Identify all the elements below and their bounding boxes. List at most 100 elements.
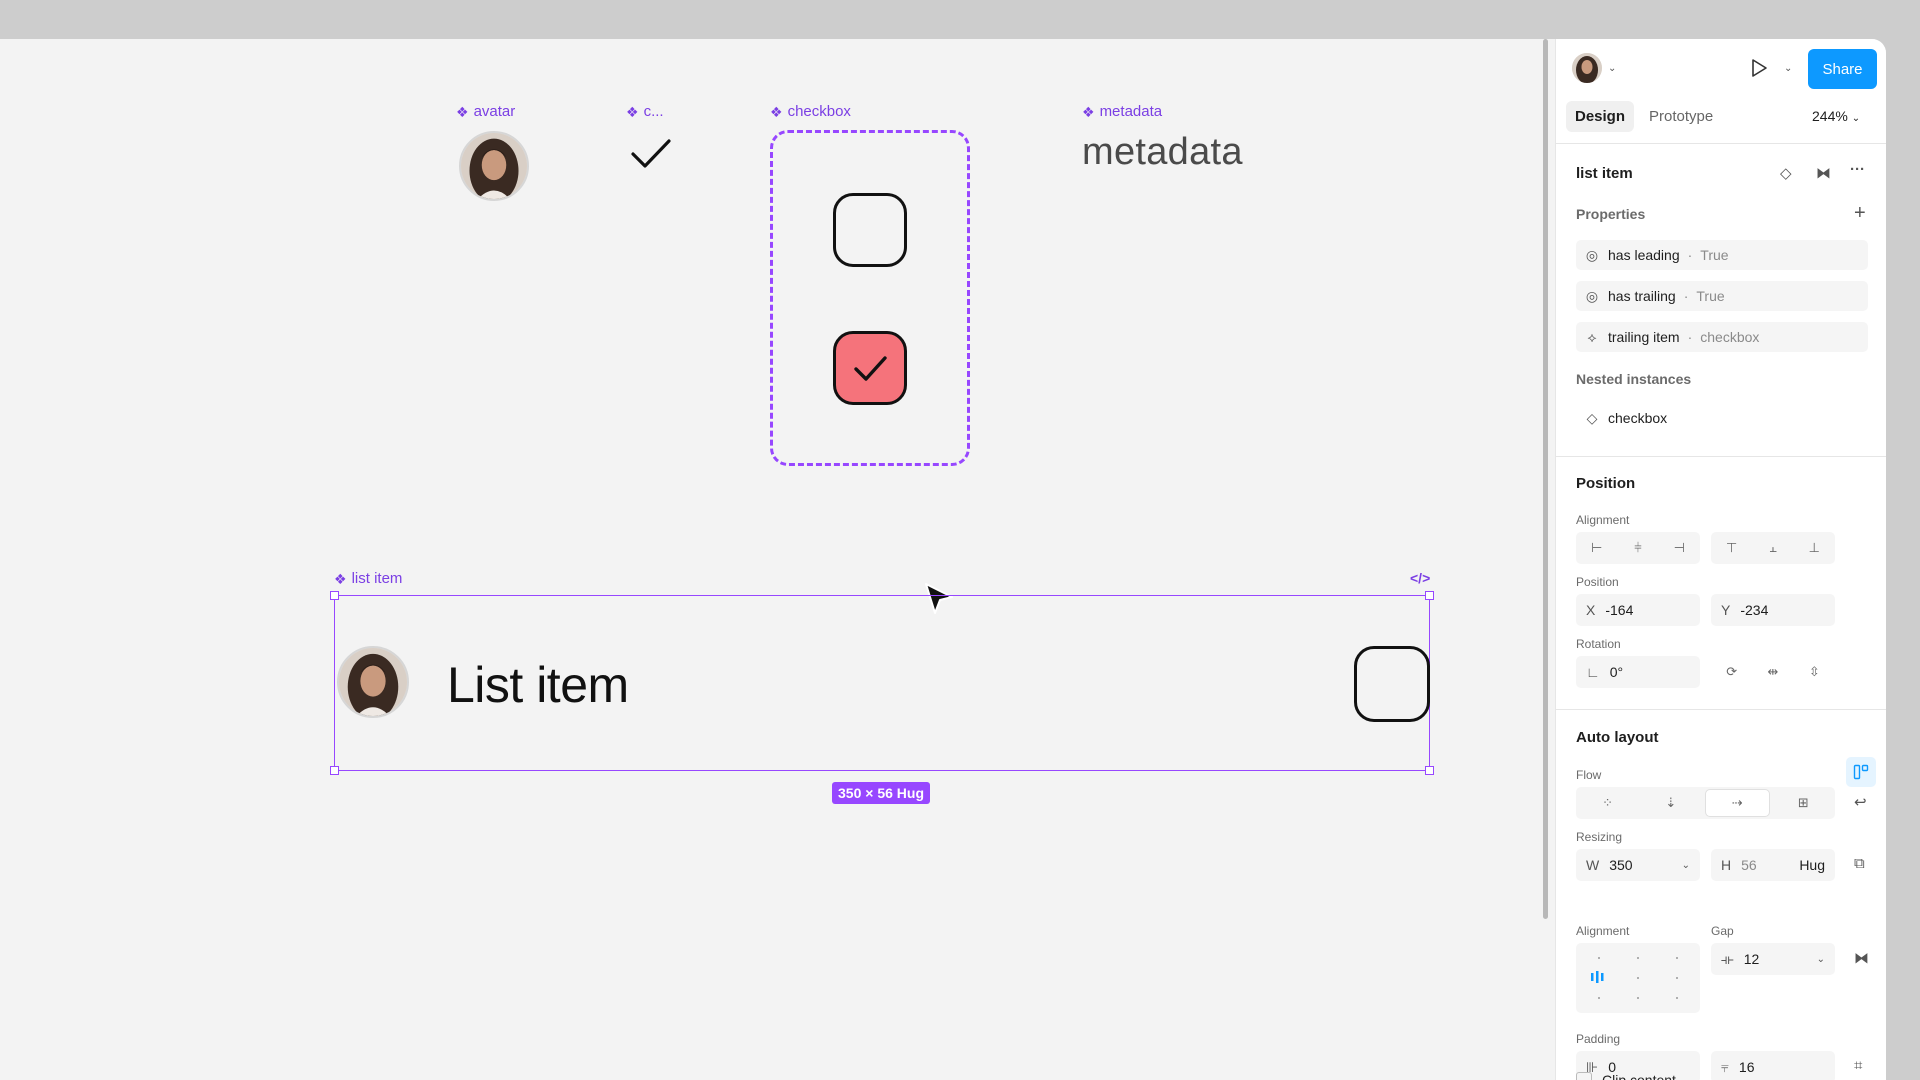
list-item-component-label[interactable]: ❖ list item <box>334 570 402 587</box>
resize-handle-top-right[interactable] <box>1425 591 1434 600</box>
instance-swap-icon: ⟡ <box>1587 328 1597 345</box>
flow-direction-group: ⁘ ⇣ ⇢ ⊞ <box>1576 787 1835 819</box>
avatar-portrait-icon <box>461 133 527 199</box>
more-options-icon[interactable]: ··· <box>1850 161 1865 178</box>
metadata-component-label[interactable]: ❖ metadata <box>1082 103 1162 120</box>
divider <box>1556 456 1886 457</box>
divider <box>1556 709 1886 710</box>
flow-freeform-icon[interactable]: ⁘ <box>1576 787 1639 819</box>
x-position-field[interactable]: X -164 <box>1576 594 1700 626</box>
advanced-layout-settings-icon[interactable]: ⧓ <box>1854 949 1869 967</box>
checkmark-icon <box>854 356 887 381</box>
metadata-component[interactable]: metadata <box>1082 131 1243 174</box>
rotation-label: Rotation <box>1576 637 1621 651</box>
auto-layout-heading: Auto layout <box>1576 729 1659 746</box>
component-diamond-icon[interactable]: ◇ <box>1780 164 1792 182</box>
gap-label: Gap <box>1711 924 1734 938</box>
code-icon[interactable]: </> <box>1410 570 1430 586</box>
component-icon: ❖ <box>1082 103 1095 120</box>
user-avatar[interactable] <box>1572 53 1602 83</box>
auto-layout-toggle-icon[interactable] <box>1846 757 1876 787</box>
adjust-sliders-icon[interactable]: ⧓ <box>1816 164 1831 182</box>
list-item-checkbox[interactable] <box>1354 646 1430 722</box>
align-top-icon[interactable]: ⊤ <box>1711 532 1752 564</box>
list-item-frame[interactable]: List item <box>330 591 1434 775</box>
clip-content-checkbox[interactable] <box>1576 1072 1592 1080</box>
align-right-icon[interactable]: ⊣ <box>1659 532 1700 564</box>
align-center-horizontal-icon[interactable]: ⫩ <box>1617 532 1658 564</box>
flow-horizontal-icon[interactable]: ⇢ <box>1704 789 1770 817</box>
width-field[interactable]: W 350 ⌄ <box>1576 849 1700 881</box>
list-item-avatar[interactable] <box>337 646 409 718</box>
nested-instances-heading: Nested instances <box>1576 371 1692 387</box>
present-play-icon[interactable] <box>1748 57 1770 79</box>
height-field[interactable]: H 56 Hug <box>1711 849 1835 881</box>
y-position-field[interactable]: Y -234 <box>1711 594 1835 626</box>
horizontal-alignment-group: ⊢ ⫩ ⊣ <box>1576 532 1700 564</box>
eye-toggle-icon: ◎ <box>1585 287 1599 304</box>
resize-handle-bottom-right[interactable] <box>1425 766 1434 775</box>
tab-design[interactable]: Design <box>1566 101 1635 132</box>
app-window: ❖ avatar ❖ c... ❖ checkbox ❖ metadata me… <box>0 39 1886 1080</box>
clip-content-label: Clip content <box>1602 1072 1676 1080</box>
alignment-label: Alignment <box>1576 513 1630 527</box>
layer-name[interactable]: list item <box>1576 165 1633 182</box>
checkbox-checked-variant[interactable] <box>833 331 907 405</box>
wrap-icon[interactable]: ↩ <box>1854 793 1867 811</box>
gap-field[interactable]: ⟛ 12 ⌄ <box>1711 943 1835 975</box>
flow-vertical-icon[interactable]: ⇣ <box>1639 787 1702 819</box>
panel-toolbar: ⌄ ⌄ Share <box>1556 39 1886 95</box>
align-bottom-icon[interactable]: ⊥ <box>1794 532 1835 564</box>
padding-label: Padding <box>1576 1032 1621 1046</box>
flow-grid-icon[interactable]: ⊞ <box>1772 787 1835 819</box>
share-button[interactable]: Share <box>1808 49 1877 89</box>
checkbox-component-label[interactable]: ❖ checkbox <box>770 103 851 120</box>
flip-horizontal-icon[interactable]: ⇹ <box>1752 656 1793 688</box>
divider <box>1556 143 1886 144</box>
checkmark-icon[interactable] <box>630 137 672 171</box>
component-icon: ❖ <box>456 103 469 120</box>
vertical-alignment-group: ⊤ ⫠ ⊥ <box>1711 532 1835 564</box>
transform-group: ⟳ ⇹ ⇳ <box>1711 656 1835 688</box>
nested-instance-checkbox[interactable]: ◇ checkbox <box>1576 403 1868 433</box>
eye-toggle-icon: ◎ <box>1585 246 1599 263</box>
position-label: Position <box>1576 575 1619 589</box>
resize-handle-top-left[interactable] <box>330 591 339 600</box>
check-component-label[interactable]: ❖ c... <box>626 103 664 120</box>
layout-grid-icon <box>1853 764 1869 780</box>
component-icon: ❖ <box>626 103 639 120</box>
vertical-padding-icon: ⫧ <box>1721 1058 1729 1075</box>
alignment-grid[interactable] <box>1576 943 1700 1013</box>
component-icon: ❖ <box>770 103 783 120</box>
component-icon: ❖ <box>334 570 347 587</box>
instance-diamond-icon: ◇ <box>1586 409 1598 426</box>
property-trailing-item[interactable]: ⟡ trailing item · checkbox <box>1576 322 1868 352</box>
vertical-padding-field[interactable]: ⫧ 16 <box>1711 1051 1835 1080</box>
canvas-scrollbar[interactable] <box>1543 39 1548 919</box>
property-has-trailing[interactable]: ◎ has trailing · True <box>1576 281 1868 311</box>
tab-prototype[interactable]: Prototype <box>1640 101 1722 132</box>
checkbox-component-set[interactable] <box>770 130 970 466</box>
design-canvas[interactable]: ❖ avatar ❖ c... ❖ checkbox ❖ metadata me… <box>0 39 1555 1080</box>
panel-tabs: Design Prototype <box>1566 101 1722 132</box>
list-item-title[interactable]: List item <box>447 656 629 714</box>
avatar-component-label[interactable]: ❖ avatar <box>456 103 515 120</box>
chevron-down-icon[interactable]: ⌄ <box>1784 63 1792 74</box>
rotation-field[interactable]: ∟ 0° <box>1576 656 1700 688</box>
align-middle-icon[interactable]: ⫠ <box>1752 532 1793 564</box>
individual-padding-icon[interactable]: ⌗ <box>1854 1057 1862 1074</box>
gap-icon: ⟛ <box>1721 950 1734 967</box>
zoom-level[interactable]: 244% ⌄ <box>1812 108 1860 124</box>
add-property-icon[interactable]: + <box>1854 202 1866 225</box>
resize-handle-bottom-left[interactable] <box>330 766 339 775</box>
properties-heading: Properties <box>1576 206 1646 222</box>
size-badge: 350 × 56 Hug <box>832 782 930 804</box>
property-has-leading[interactable]: ◎ has leading · True <box>1576 240 1868 270</box>
avatar-component[interactable] <box>459 131 529 201</box>
align-left-icon[interactable]: ⊢ <box>1576 532 1617 564</box>
checkbox-unchecked-variant[interactable] <box>833 193 907 267</box>
chevron-down-icon[interactable]: ⌄ <box>1608 63 1616 74</box>
rotate-90-icon[interactable]: ⟳ <box>1711 656 1752 688</box>
resize-constraints-icon[interactable]: ⧉ <box>1854 855 1865 872</box>
flip-vertical-icon[interactable]: ⇳ <box>1794 656 1835 688</box>
